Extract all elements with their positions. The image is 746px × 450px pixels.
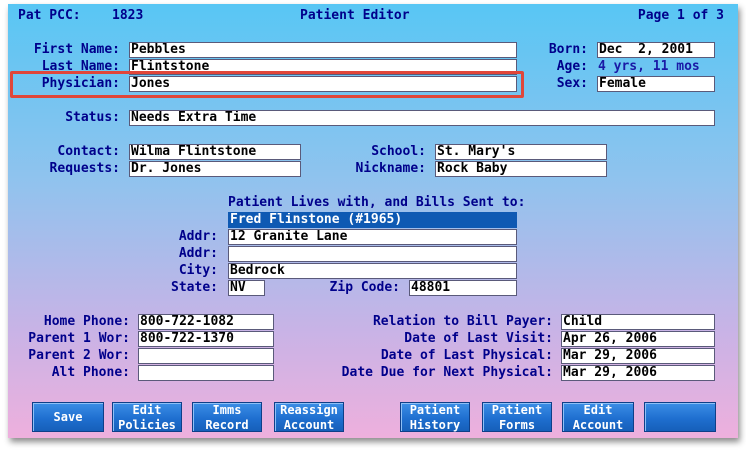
page-indicator: Page 1 of 3 (637, 8, 724, 23)
imms-record-button[interactable]: Imms Record (192, 402, 262, 432)
state-field[interactable]: NV (228, 280, 265, 296)
age-value: 4 yrs, 11 mos (598, 59, 700, 74)
patient-forms-label-2: Forms (498, 418, 536, 432)
edit-account-label-1: Edit (583, 403, 613, 417)
edit-policies-button[interactable]: Edit Policies (112, 402, 182, 432)
parent2-label: Parent 2 Wor: (28, 348, 130, 363)
patient-editor-window: Pat PCC: 1823 Patient Editor Page 1 of 3… (8, 4, 738, 438)
edit-policies-label-1: Edit (132, 403, 162, 417)
requests-label: Requests: (49, 161, 120, 176)
parent1-field[interactable]: 800-722-1370 (138, 331, 274, 347)
reassign-account-label-1: Reassign (280, 403, 338, 417)
physician-highlight (10, 71, 524, 98)
state-label: State: (171, 280, 218, 295)
alt-phone-field[interactable] (138, 365, 274, 381)
patient-history-label-2: History (409, 418, 461, 432)
last-visit-field[interactable]: Apr 26, 2006 (561, 331, 715, 347)
addr1-field[interactable]: 12 Granite Lane (228, 229, 517, 245)
school-label: School: (371, 144, 426, 159)
age-label: Age: (556, 59, 588, 74)
contact-field[interactable]: Wilma Flintstone (129, 144, 301, 160)
patient-forms-button[interactable]: Patient Forms (482, 402, 552, 432)
patient-forms-label-1: Patient (491, 403, 543, 417)
first-name-label: First Name: (33, 42, 120, 57)
window-title: Patient Editor (300, 8, 410, 23)
last-physical-field[interactable]: Mar 29, 2006 (561, 348, 715, 364)
blank-button[interactable] (644, 402, 716, 432)
parent2-field[interactable] (138, 348, 274, 364)
save-button[interactable]: Save (32, 402, 104, 432)
addr2-label: Addr: (178, 246, 218, 261)
home-phone-field[interactable]: 800-722-1082 (138, 314, 274, 330)
patient-history-label-1: Patient (409, 403, 461, 417)
contact-label: Contact: (57, 144, 120, 159)
parent1-label: Parent 1 Wor: (28, 331, 130, 346)
edit-policies-label-2: Policies (118, 418, 176, 432)
addr1-label: Addr: (178, 229, 218, 244)
pcc-value: 1823 (112, 8, 144, 23)
next-physical-field[interactable]: Mar 29, 2006 (561, 365, 715, 381)
zip-label: Zip Code: (329, 280, 400, 295)
city-label: City: (178, 263, 218, 278)
reassign-account-button[interactable]: Reassign Account (274, 402, 344, 432)
reassign-account-label-2: Account (283, 418, 335, 432)
edit-account-button[interactable]: Edit Account (562, 402, 634, 432)
next-physical-label: Date Due for Next Physical: (341, 365, 553, 380)
school-field[interactable]: St. Mary's (435, 144, 607, 160)
patient-history-button[interactable]: Patient History (400, 402, 470, 432)
city-field[interactable]: Bedrock (228, 263, 517, 279)
status-label: Status: (65, 110, 120, 125)
billing-heading: Patient Lives with, and Bills Sent to: (228, 195, 526, 210)
pcc-label: Pat PCC: (18, 8, 81, 23)
zip-field[interactable]: 48801 (409, 280, 517, 296)
status-field[interactable]: Needs Extra Time (129, 110, 715, 126)
relation-field[interactable]: Child (561, 314, 715, 330)
first-name-field[interactable]: Pebbles (129, 42, 517, 58)
last-physical-label: Date of Last Physical: (380, 348, 553, 363)
billpayer-field[interactable]: Fred Flinstone (#1965) (228, 212, 517, 228)
imms-record-label-1: Imms (212, 403, 242, 417)
imms-record-label-2: Record (205, 418, 249, 432)
sex-field[interactable]: Female (597, 76, 715, 92)
nickname-label: Nickname: (355, 161, 426, 176)
nickname-field[interactable]: Rock Baby (435, 161, 607, 177)
addr2-field[interactable] (228, 246, 517, 262)
save-button-label: Save (53, 410, 83, 424)
born-field[interactable]: Dec 2, 2001 (597, 42, 715, 58)
last-visit-label: Date of Last Visit: (404, 331, 553, 346)
requests-field[interactable]: Dr. Jones (129, 161, 301, 177)
sex-label: Sex: (556, 76, 588, 91)
born-label: Born: (548, 42, 588, 57)
edit-account-label-2: Account (572, 418, 624, 432)
home-phone-label: Home Phone: (43, 314, 130, 329)
alt-phone-label: Alt Phone: (51, 365, 130, 380)
relation-label: Relation to Bill Payer: (372, 314, 553, 329)
